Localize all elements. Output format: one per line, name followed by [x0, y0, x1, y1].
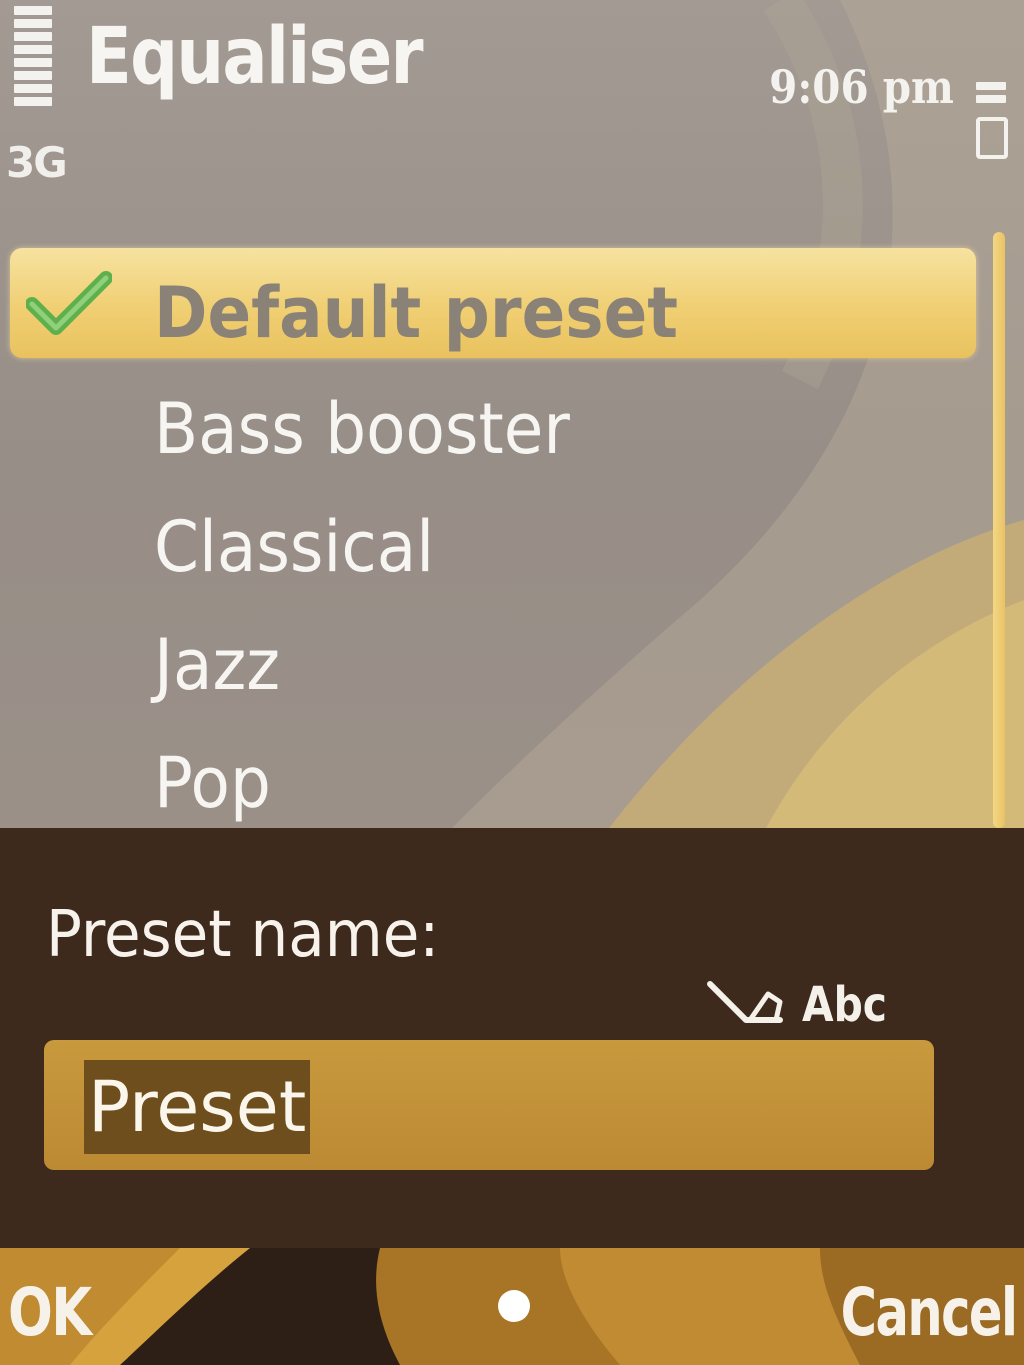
list-item-label: Jazz: [154, 624, 281, 706]
cancel-button[interactable]: Cancel: [840, 1274, 1017, 1351]
list-item-classical[interactable]: Classical: [0, 482, 990, 600]
preset-name-value: Preset: [84, 1060, 311, 1154]
preset-name-input[interactable]: Preset: [44, 1040, 934, 1170]
list-item-label: Classical: [154, 506, 435, 588]
battery-icon: [976, 82, 1010, 182]
list-item-label: Bass booster: [154, 388, 570, 470]
ok-button[interactable]: OK: [8, 1274, 92, 1351]
list-item-default-preset[interactable]: Default preset: [0, 246, 990, 364]
page-title: Equaliser: [86, 12, 424, 102]
network-type-indicator: 3G: [6, 138, 68, 187]
preset-name-dialog: Preset name: Abc Preset: [0, 828, 1024, 1248]
preset-list: Default preset Bass booster Classical Ja…: [0, 246, 990, 836]
signal-strength-icon: [14, 6, 54, 116]
dialog-prompt: Preset name:: [46, 898, 440, 972]
input-mode-label: Abc: [802, 977, 887, 1033]
list-item-jazz[interactable]: Jazz: [0, 600, 990, 718]
clock: 9:06 pm: [769, 60, 954, 114]
list-item-label: Default preset: [154, 272, 679, 354]
check-icon: [26, 271, 112, 335]
list-item-pop[interactable]: Pop: [0, 718, 990, 836]
dot-icon[interactable]: [498, 1290, 530, 1322]
input-mode-indicator: Abc: [706, 977, 902, 1033]
list-item-label: Pop: [154, 742, 271, 824]
scrollbar[interactable]: [990, 232, 1008, 832]
scrollbar-thumb[interactable]: [993, 232, 1005, 828]
pencil-icon: [707, 981, 783, 1023]
phone-screen: 3G Equaliser 9:06 pm Default preset Bass…: [0, 0, 1024, 1365]
list-item-bass-booster[interactable]: Bass booster: [0, 364, 990, 482]
